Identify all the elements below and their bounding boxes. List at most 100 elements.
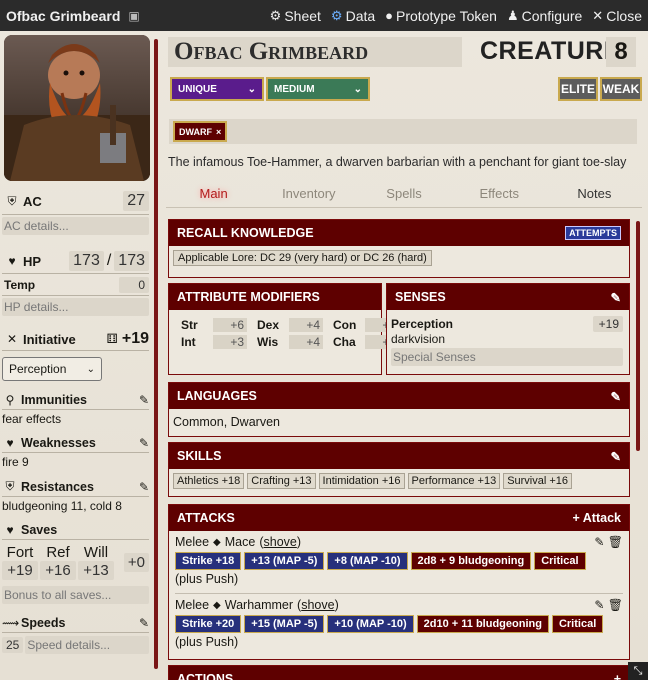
feet-icon: ⟿ xyxy=(2,616,20,630)
resistances-header: ⛨ Resistances ✎ xyxy=(2,477,149,497)
attempts-button[interactable]: ATTEMPTS xyxy=(565,226,621,240)
d20-icon[interactable]: ⚅ xyxy=(107,331,118,347)
strike-map5-button[interactable]: +15 (MAP -5) xyxy=(244,615,325,633)
strike-button[interactable]: Strike +18 xyxy=(175,552,242,570)
special-senses-input[interactable]: Special Senses xyxy=(391,348,623,366)
tab-spells[interactable]: Spells xyxy=(356,181,451,207)
saves-bonus-input[interactable]: Bonus to all saves... xyxy=(2,586,149,604)
strike-map10-button[interactable]: +10 (MAP -10) xyxy=(327,615,414,633)
tab-main[interactable]: Main xyxy=(166,181,261,207)
ac-details-input[interactable]: AC details... xyxy=(2,217,149,235)
size-select[interactable]: MEDIUM ⌄ xyxy=(266,77,370,101)
edit-icon[interactable]: ✎ xyxy=(611,389,621,404)
damage-button[interactable]: 2d8 + 9 bludgeoning xyxy=(410,552,532,570)
skills-header: SKILLS ✎ xyxy=(169,443,629,469)
data-icon: ⚙ xyxy=(330,7,343,23)
edit-icon[interactable]: ✎ xyxy=(594,598,604,612)
id-card-icon[interactable]: ▣ xyxy=(128,9,139,23)
resize-handle-icon[interactable]: ⤡ xyxy=(628,662,648,680)
sheet-button[interactable]: ⚙ Sheet xyxy=(270,8,321,24)
speed-details-input[interactable]: Speed details... xyxy=(25,636,149,654)
saves-row: Fort +19 Ref +16 Will +13 +0 xyxy=(2,544,149,580)
skill-survival[interactable]: Survival +16 xyxy=(503,473,573,489)
dwarf-portrait xyxy=(4,35,150,181)
hp-value[interactable]: 173 xyxy=(69,251,104,271)
perception-value[interactable]: +19 xyxy=(593,316,623,332)
hp-separator: / xyxy=(106,252,112,269)
trash-icon[interactable]: 🗑 xyxy=(608,535,623,549)
strike-map5-button[interactable]: +13 (MAP -5) xyxy=(244,552,325,570)
ac-block: ⛨ AC 27 AC details... xyxy=(2,185,149,235)
attribute-modifiers-panel: ATTRIBUTE MODIFIERS Str+6 Dex+4 Con+6 In… xyxy=(168,283,399,375)
creature-level[interactable]: 8 xyxy=(606,37,636,67)
edit-icon[interactable]: ✎ xyxy=(611,449,621,464)
edit-icon[interactable]: ✎ xyxy=(139,436,149,450)
critical-button[interactable]: Critical xyxy=(534,552,586,570)
edit-icon[interactable]: ✎ xyxy=(594,535,604,549)
str-value[interactable]: +6 xyxy=(213,318,247,332)
skill-crafting[interactable]: Crafting +13 xyxy=(247,473,316,489)
creature-name-input[interactable]: Ofbac Grimbeard xyxy=(168,37,462,67)
skill-athletics[interactable]: Athletics +18 xyxy=(173,473,245,489)
actor-sheet: ⛨ AC 27 AC details... ♥ HP 173 / 173 Tem… xyxy=(0,31,648,680)
wis-value[interactable]: +4 xyxy=(289,335,323,349)
hp-details-input[interactable]: HP details... xyxy=(2,298,149,316)
heart-icon: ♥ xyxy=(8,254,16,268)
sidebar-scrollbar[interactable] xyxy=(154,39,158,669)
trait-remove-icon[interactable]: × xyxy=(216,127,221,137)
saves-bonus[interactable]: +0 xyxy=(123,552,149,572)
senses-vision: darkvision xyxy=(391,332,446,346)
data-button[interactable]: ⚙ Data xyxy=(331,8,375,24)
initiative-label: Initiative xyxy=(23,331,76,347)
creature-blurb[interactable]: The infamous Toe-Hammer, a dwarven barba… xyxy=(168,155,626,169)
critical-button[interactable]: Critical xyxy=(551,615,604,633)
weak-button[interactable]: WEAK xyxy=(600,77,642,101)
trait-tag[interactable]: DWARF × xyxy=(173,121,228,142)
strike-button[interactable]: Strike +20 xyxy=(175,615,242,633)
configure-button[interactable]: ♟ Configure xyxy=(507,8,582,24)
initiative-block: ✕ Initiative ⚅ +19 Perception ⌄ xyxy=(2,328,149,381)
attack-tools: ✎ 🗑 xyxy=(594,598,623,612)
temp-hp-value[interactable]: 0 xyxy=(119,277,149,293)
dex-value[interactable]: +4 xyxy=(289,318,323,332)
tab-inventory[interactable]: Inventory xyxy=(261,181,356,207)
int-value[interactable]: +3 xyxy=(213,335,247,349)
weaknesses-header: ♥ Weaknesses ✎ xyxy=(2,434,149,453)
fort-save[interactable]: Fort +19 xyxy=(2,544,38,580)
strike-map10-button[interactable]: +8 (MAP -10) xyxy=(327,552,408,570)
attack-trait-link[interactable]: shove xyxy=(301,598,334,612)
initiative-skill-select[interactable]: Perception ⌄ xyxy=(2,357,102,381)
close-button[interactable]: ✕ Close xyxy=(592,8,642,24)
weaknesses-text: fire 9 xyxy=(2,455,29,469)
tab-divider xyxy=(166,207,642,208)
add-action-button[interactable]: + xyxy=(614,672,621,680)
attack-extra: (plus Push) xyxy=(175,635,239,649)
reflex-save[interactable]: Ref +16 xyxy=(40,544,76,580)
rarity-select[interactable]: UNIQUE ⌄ xyxy=(170,77,264,101)
edit-icon[interactable]: ✎ xyxy=(611,290,621,305)
immunities-header: ⚲ Immunities ✎ xyxy=(2,391,149,410)
edit-icon[interactable]: ✎ xyxy=(139,480,149,494)
ac-value[interactable]: 27 xyxy=(123,191,149,211)
main-scrollbar[interactable] xyxy=(636,221,640,451)
speed-value[interactable]: 25 xyxy=(2,637,24,653)
trash-icon[interactable]: 🗑 xyxy=(608,598,623,612)
edit-icon[interactable]: ✎ xyxy=(139,393,149,407)
attack-trait-link[interactable]: shove xyxy=(264,535,297,549)
hp-max[interactable]: 173 xyxy=(114,251,149,271)
elite-button[interactable]: ELITE xyxy=(558,77,598,101)
tab-notes[interactable]: Notes xyxy=(547,181,642,207)
prototype-token-button[interactable]: ● Prototype Token xyxy=(385,8,497,24)
add-attack-button[interactable]: + Attack xyxy=(572,511,621,525)
action-glyph-icon: ◆ xyxy=(213,536,221,548)
damage-button[interactable]: 2d10 + 11 bludgeoning xyxy=(416,615,549,633)
portrait-image[interactable] xyxy=(4,35,150,181)
edit-icon[interactable]: ✎ xyxy=(139,616,149,630)
skill-intimidation[interactable]: Intimidation +16 xyxy=(318,473,405,489)
skill-performance[interactable]: Performance +13 xyxy=(407,473,501,489)
traits-bar[interactable]: DWARF × xyxy=(169,119,637,144)
tab-effects[interactable]: Effects xyxy=(452,181,547,207)
window-actions: ⚙ Sheet ⚙ Data ● Prototype Token ♟ Configure… xyxy=(270,8,642,24)
speeds-header: ⟿ Speeds ✎ xyxy=(2,614,149,633)
will-save[interactable]: Will +13 xyxy=(78,544,114,580)
